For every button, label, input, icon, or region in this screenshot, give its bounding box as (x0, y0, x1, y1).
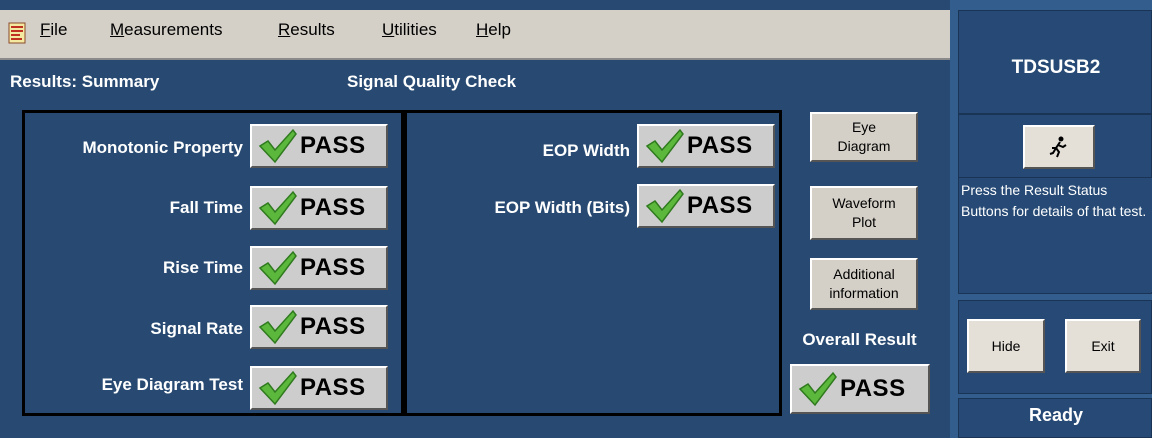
test-label-rise-time: Rise Time (162, 258, 243, 277)
test-label-signal-rate: Signal Rate (150, 319, 243, 338)
signal-rate-pass-button[interactable]: PASS (250, 305, 388, 349)
pass-text: PASS (300, 254, 366, 281)
results-summary-heading: Results: Summary (10, 72, 160, 91)
additional-info-label-line2: information (829, 285, 899, 301)
status-bar: Ready (958, 398, 1152, 438)
check-icon (258, 250, 297, 286)
run-button[interactable] (1023, 125, 1095, 169)
eye-diagram-label-line1: Eye (851, 119, 877, 135)
signal-quality-heading: Signal Quality Check (347, 72, 517, 91)
test-label-eye-diagram: Eye Diagram Test (101, 375, 243, 394)
menu-utilities[interactable]: Utilities (382, 20, 437, 40)
pass-text: PASS (300, 194, 366, 221)
test-label-eop-width-bits: EOP Width (Bits) (494, 198, 630, 217)
check-icon (258, 370, 297, 406)
app-icon (8, 22, 26, 44)
eop-width-pass-button[interactable]: PASS (637, 124, 775, 168)
test-label-fall-time: Fall Time (169, 198, 243, 217)
pass-text: PASS (300, 132, 366, 159)
menu-bar: File Measurements Results Utilities Help (0, 10, 950, 60)
monotonic-pass-button[interactable]: PASS (250, 124, 388, 168)
right-panel: TDSUSB2 Press the Result Status Buttons … (950, 0, 1152, 438)
pass-text: PASS (300, 313, 366, 340)
exit-button[interactable]: Exit (1065, 319, 1141, 373)
menu-measurements[interactable]: Measurements (110, 20, 222, 40)
message-box: Press the Result Status Buttons for deta… (958, 114, 1152, 294)
rise-time-pass-button[interactable]: PASS (250, 246, 388, 290)
running-man-icon (1049, 136, 1067, 158)
additional-info-label-line1: Additional (833, 266, 895, 282)
status-ready: Ready (1028, 405, 1084, 425)
menu-help[interactable]: Help (476, 20, 511, 40)
eye-diagram-test-pass-button[interactable]: PASS (250, 366, 388, 410)
app-title: TDSUSB2 (1011, 57, 1101, 78)
test-label-eop-width: EOP Width (542, 141, 630, 160)
test-label-monotonic: Monotonic Property (82, 138, 243, 157)
fall-time-pass-button[interactable]: PASS (250, 186, 388, 230)
title-box: TDSUSB2 (958, 10, 1152, 114)
main-area: File Measurements Results Utilities Help… (0, 0, 950, 438)
action-box: Hide Exit (958, 300, 1152, 394)
waveform-plot-button[interactable]: Waveform Plot (810, 186, 918, 240)
waveform-plot-label-line2: Plot (851, 214, 877, 230)
pass-text: PASS (687, 192, 753, 219)
waveform-plot-label-line1: Waveform (832, 195, 896, 211)
check-icon (258, 128, 297, 164)
overall-pass-button[interactable]: PASS (790, 364, 930, 414)
eop-width-bits-pass-button[interactable]: PASS (637, 184, 775, 228)
additional-information-button[interactable]: Additional information (810, 258, 918, 310)
hide-button[interactable]: Hide (967, 319, 1045, 373)
eye-diagram-label-line2: Diagram (837, 138, 891, 154)
check-icon (798, 371, 837, 407)
pass-text: PASS (300, 374, 366, 401)
status-message: Press the Result Status Buttons for deta… (959, 177, 1152, 292)
check-icon (645, 128, 684, 164)
pass-text: PASS (840, 375, 906, 402)
eye-diagram-button[interactable]: Eye Diagram (810, 112, 918, 162)
check-icon (258, 190, 297, 226)
menu-file[interactable]: File (40, 20, 67, 40)
pass-text: PASS (687, 132, 753, 159)
check-icon (258, 309, 297, 345)
menu-results[interactable]: Results (278, 20, 335, 40)
check-icon (645, 188, 684, 224)
overall-result-label: Overall Result (802, 330, 917, 349)
